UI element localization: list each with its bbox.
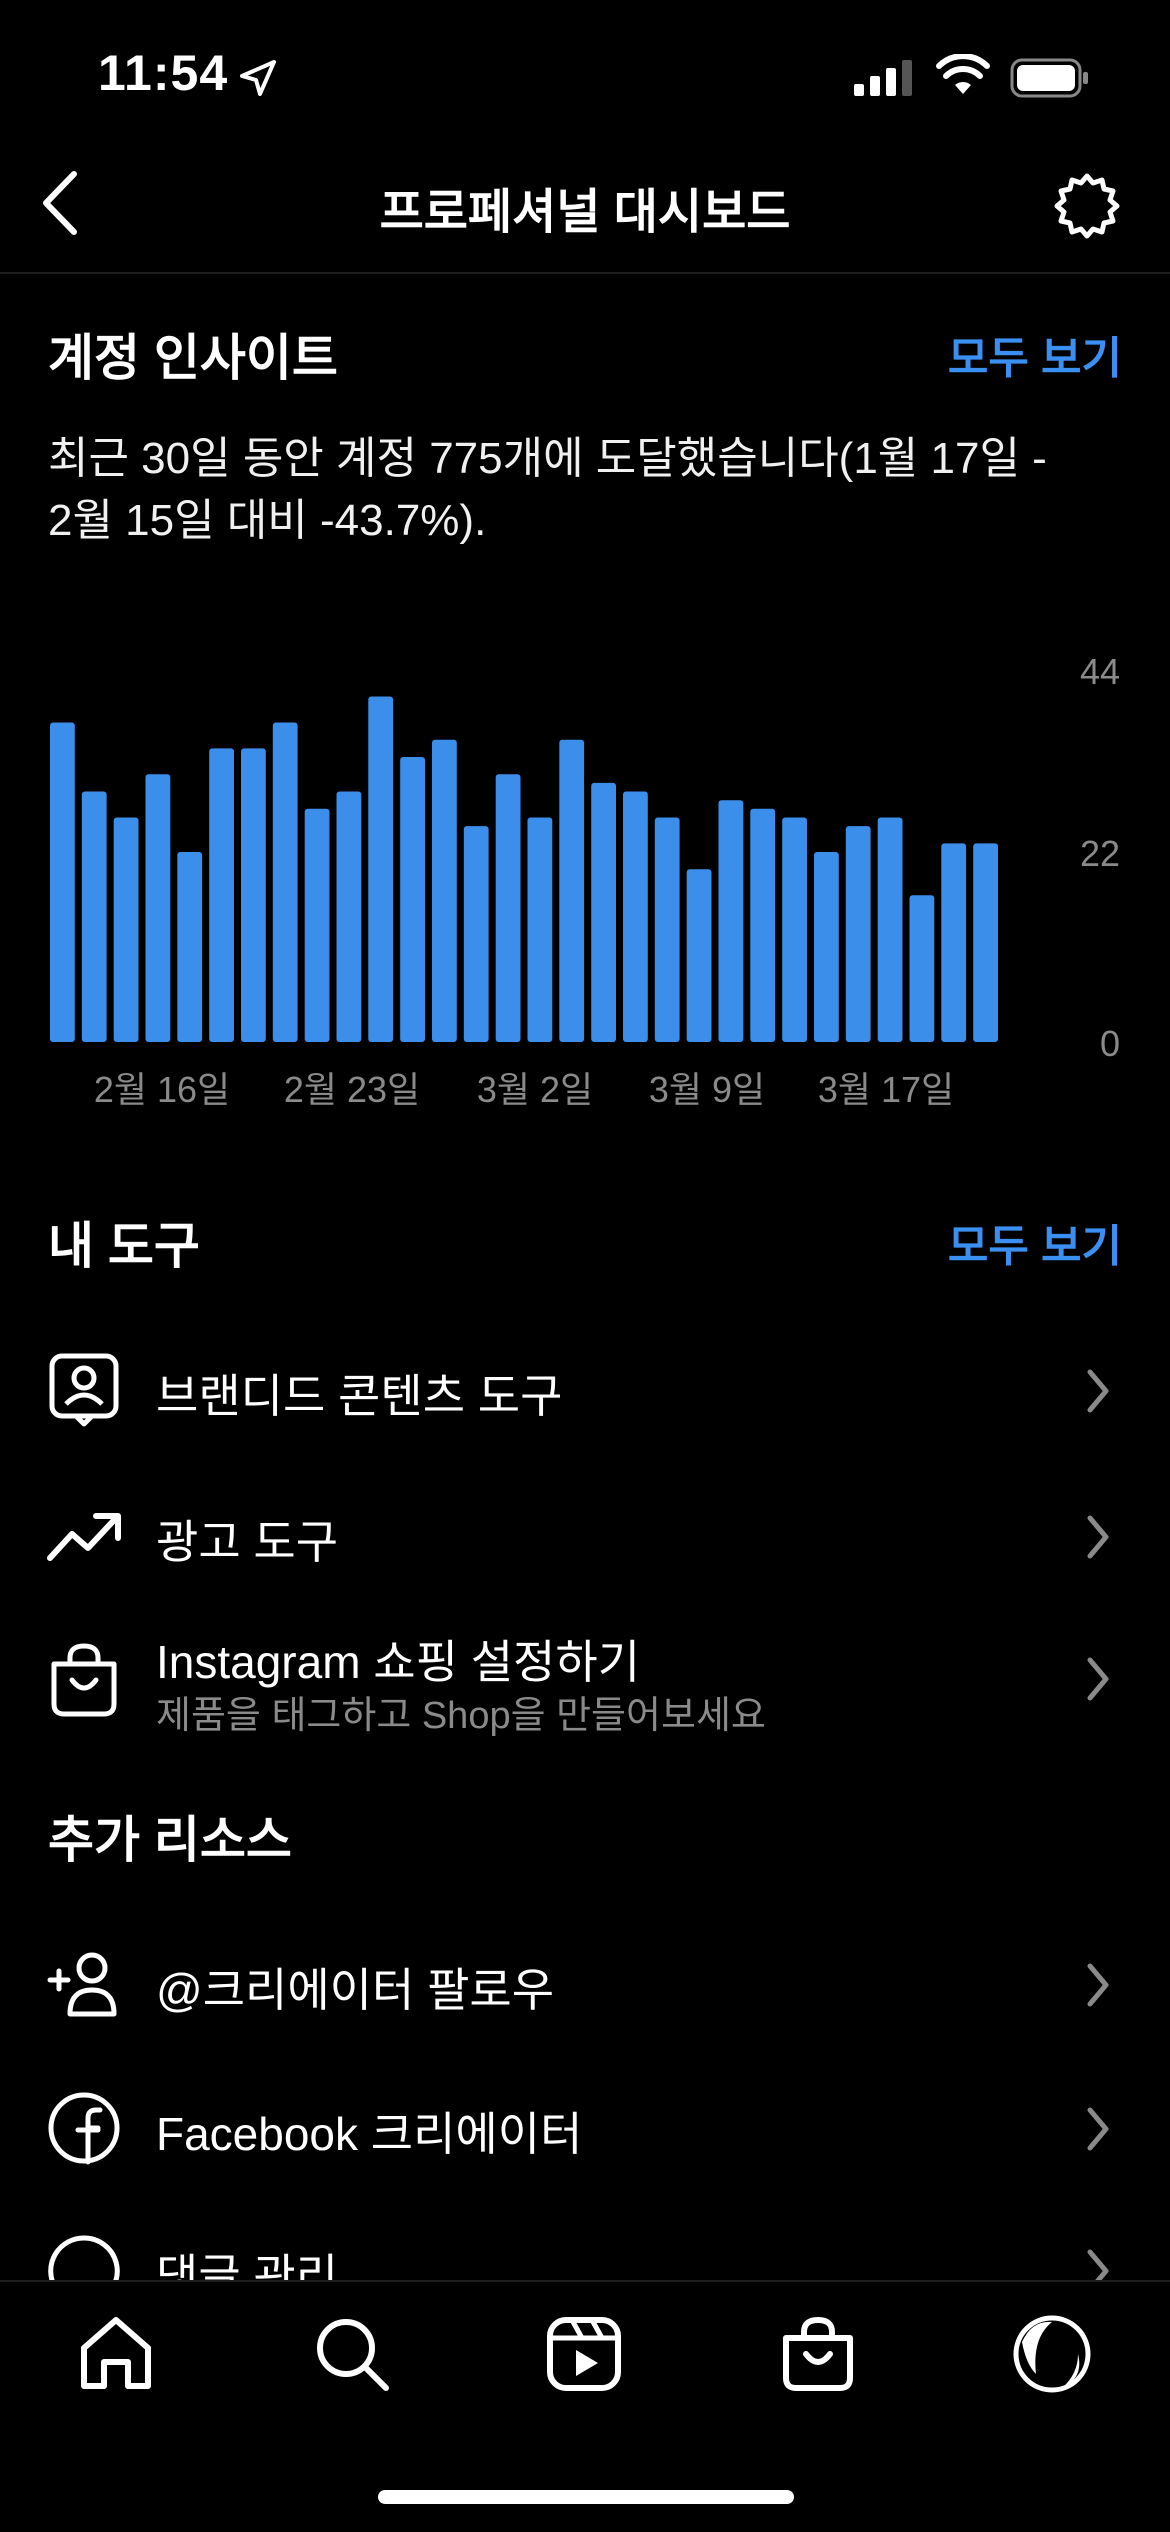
chart-bar	[941, 843, 967, 1042]
resource-item-follow-creators[interactable]: @크리에이터 팔로우	[0, 1934, 1170, 2034]
chart-bar	[241, 748, 266, 1042]
tool-item-label: Instagram 쇼핑 설정하기	[156, 1636, 641, 1688]
insights-see-all-link[interactable]: 모두 보기	[722, 322, 1122, 386]
reels-icon[interactable]	[544, 2314, 624, 2394]
resources-title: 추가 리소스	[48, 1812, 292, 1868]
chart-bar	[718, 800, 744, 1042]
tools-see-all-link[interactable]: 모두 보기	[722, 1210, 1122, 1274]
chart-bar	[782, 817, 807, 1042]
profile-avatar-icon[interactable]	[1012, 2314, 1092, 2394]
chart-bar	[877, 817, 903, 1042]
chevron-right-icon	[1087, 2107, 1109, 2151]
resource-item-comment-management[interactable]: 댓글 관리	[0, 2180, 1170, 2280]
search-icon[interactable]	[312, 2314, 392, 2394]
tool-item-label: 광고 도구	[156, 1516, 339, 1568]
tool-item-branded-content[interactable]: 브랜디드 콘텐츠 도구	[0, 1340, 1170, 1440]
shop-bag-icon[interactable]	[778, 2314, 858, 2394]
chart-bar	[591, 782, 616, 1042]
chevron-right-icon	[1087, 1657, 1109, 1701]
shopping-bag-icon	[51, 1643, 117, 1717]
nav-divider	[0, 272, 1170, 274]
chevron-right-icon	[1087, 1963, 1109, 2007]
tool-item-ads[interactable]: 광고 도구	[0, 1484, 1170, 1584]
tool-item-label: 브랜디드 콘텐츠 도구	[156, 1370, 563, 1422]
x-tick-label: 3월 9일	[649, 1069, 765, 1110]
trending-up-icon	[47, 1513, 121, 1561]
chevron-right-icon	[1087, 1369, 1109, 1413]
chart-bar	[336, 791, 362, 1042]
chart-bar	[686, 869, 712, 1042]
comment-bubble-icon	[48, 2235, 120, 2280]
chart-bar	[432, 739, 457, 1042]
chart-bar	[973, 843, 998, 1042]
chart-bar	[623, 791, 648, 1042]
chart-bar	[145, 774, 171, 1042]
status-time: 11:54	[98, 45, 229, 101]
y-tick-label: 0	[1100, 1023, 1120, 1064]
page-title: 프로페셔널 대시보드	[379, 186, 791, 239]
summary-line-2: 2월 15일 대비 -43.7%).	[48, 496, 487, 545]
home-indicator	[378, 2490, 794, 2504]
add-person-icon	[47, 1952, 117, 2017]
summary-line-1: 최근 30일 동안 계정 775개에 도달했습니다(1월 17일 -	[48, 434, 1047, 483]
chevron-right-icon	[1087, 1515, 1109, 1559]
battery-icon	[1010, 58, 1088, 98]
location-arrow-icon	[240, 60, 276, 96]
resource-item-label: @크리에이터 팔로우	[156, 1964, 555, 2016]
tools-title: 내 도구	[48, 1218, 200, 1274]
reach-bar-chart: 44 22 0 2월 16일 2월 23일 3월 2일 3월 9일 3월 17일	[50, 651, 1120, 1110]
cellular-signal-icon	[854, 60, 912, 96]
home-icon[interactable]	[76, 2314, 156, 2394]
resource-item-facebook-creators[interactable]: Facebook 크리에이터	[0, 2076, 1170, 2176]
tool-item-sublabel: 제품을 태그하고 Shop을 만들어보세요	[156, 1695, 766, 1737]
chart-bar	[177, 852, 203, 1042]
chart-bar	[368, 696, 394, 1042]
chart-bar	[50, 722, 75, 1042]
chart-bar	[209, 748, 234, 1042]
chart-bar	[654, 817, 680, 1042]
insights-summary: 최근 30일 동안 계정 775개에 도달했습니다(1월 17일 - 2월 15…	[48, 428, 1128, 552]
facebook-icon	[48, 2092, 120, 2165]
x-tick-label: 2월 23일	[284, 1069, 420, 1110]
chart-bar	[559, 739, 585, 1042]
chart-bar	[272, 722, 298, 1042]
chart-bar	[909, 895, 935, 1042]
insights-title: 계정 인사이트	[48, 330, 338, 386]
resource-item-label: 댓글 관리	[156, 2250, 339, 2280]
chart-bar	[527, 817, 553, 1042]
tool-item-shopping[interactable]: Instagram 쇼핑 설정하기 제품을 태그하고 Shop을 만들어보세요	[0, 1618, 1170, 1738]
chevron-right-icon	[1087, 2249, 1109, 2280]
chart-bar	[495, 774, 521, 1042]
branded-content-icon	[49, 1353, 119, 1427]
wifi-icon	[936, 54, 990, 94]
y-tick-label: 44	[1080, 651, 1120, 692]
chart-bar	[463, 826, 489, 1042]
chart-bar	[845, 826, 871, 1042]
chart-bar	[304, 808, 330, 1042]
x-tick-label: 3월 17일	[818, 1069, 954, 1110]
y-tick-label: 22	[1080, 833, 1120, 874]
settings-gear-icon[interactable]	[1050, 170, 1124, 244]
chart-bar	[400, 757, 425, 1042]
chart-bar	[113, 817, 139, 1042]
chart-bar	[750, 808, 776, 1042]
chart-bar	[81, 791, 107, 1042]
x-tick-label: 2월 16일	[94, 1069, 230, 1110]
chart-bar	[814, 852, 839, 1042]
tab-bar-divider	[0, 2280, 1170, 2282]
resource-item-label: Facebook 크리에이터	[156, 2108, 583, 2160]
x-tick-label: 3월 2일	[477, 1069, 593, 1110]
